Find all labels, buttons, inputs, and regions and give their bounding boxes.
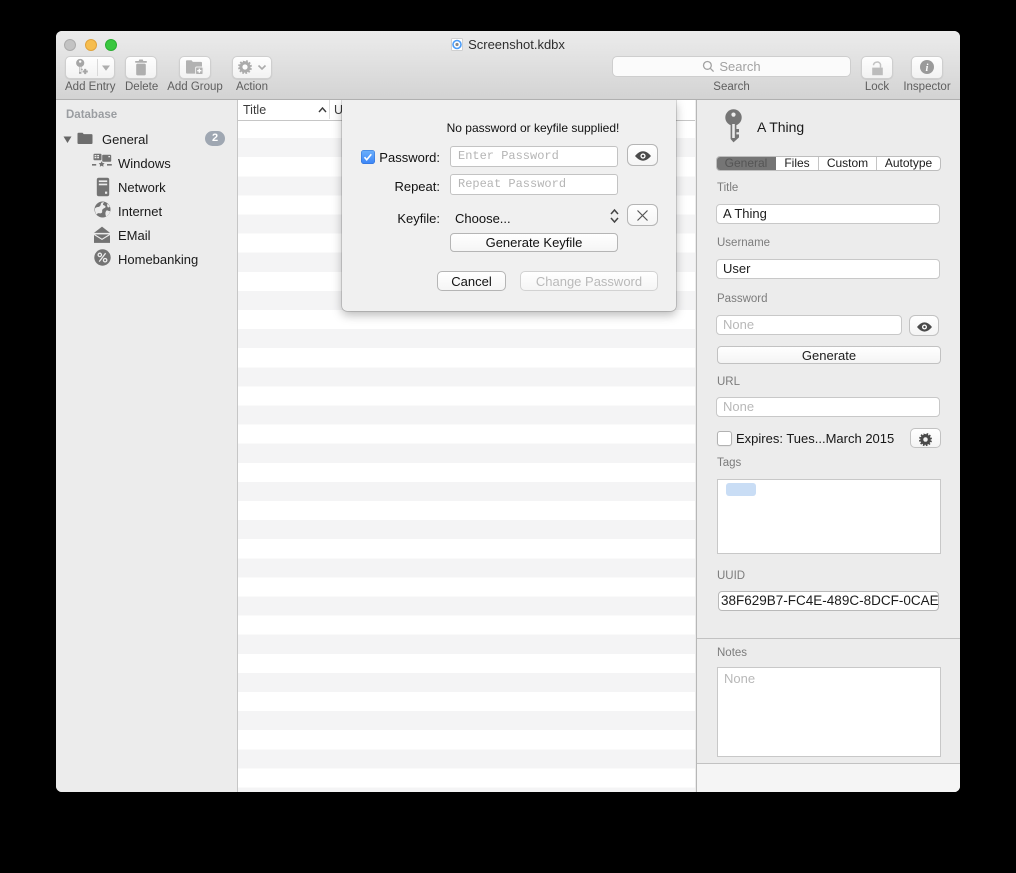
svg-text:i: i	[926, 63, 929, 74]
